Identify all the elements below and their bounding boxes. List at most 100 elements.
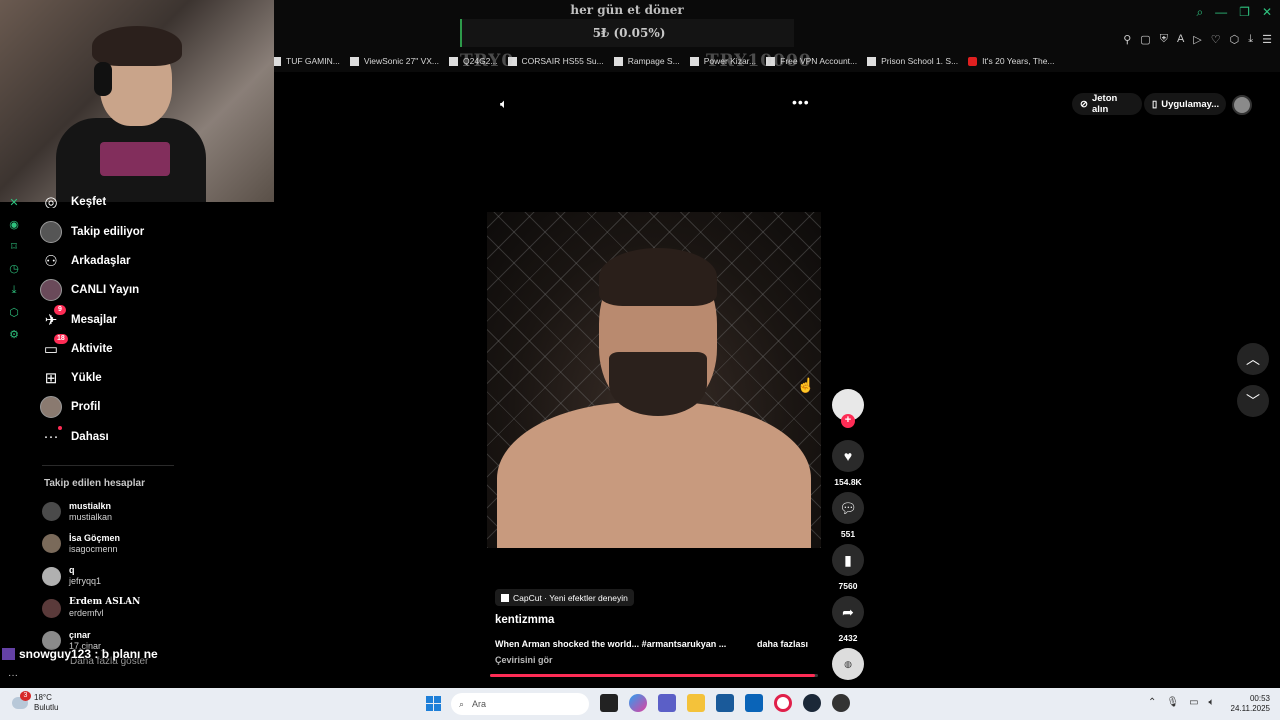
comment-icon[interactable]: 💬︎ (832, 492, 864, 524)
profile-avatar-icon (40, 396, 62, 419)
following-account-item[interactable]: Erdem ASLAN erdemfvl (42, 592, 200, 624)
store-icon[interactable] (716, 694, 734, 712)
sidebar-item-label: Mesajlar (71, 313, 118, 326)
user-avatar[interactable] (1232, 95, 1252, 115)
comment-action[interactable]: 💬︎ 551 (832, 492, 864, 539)
extensions-icon[interactable]: ⬡ (1230, 33, 1240, 46)
weather-widget[interactable]: 3 18°C Bulutlu (12, 691, 58, 713)
bookmark-label: ViewSonic 27" VX... (363, 56, 439, 66)
see-translation-link[interactable]: Çevirisini gör (495, 655, 553, 665)
search-icon[interactable]: ⌕ (1196, 5, 1203, 20)
sidebar-item-label: Keşfet (71, 196, 107, 208)
menu-icon[interactable]: ☰ (1262, 33, 1272, 46)
heart-icon[interactable]: ♡ (1211, 33, 1221, 46)
music-action[interactable]: ◍ (832, 648, 864, 680)
microphone-icon[interactable]: 🎙︎ (1166, 697, 1179, 708)
youtube-favicon-icon (968, 56, 978, 66)
taskbar-clock[interactable]: 00:53 24.11.2025 (1226, 694, 1270, 714)
sidebar-item-messages[interactable]: ✈ 9 Mesajlar (40, 304, 200, 334)
following-account-item[interactable]: İsa Göçmen isagocmenn (42, 528, 200, 560)
bookmark-item[interactable]: CORSAIR HS55 Su... (507, 53, 604, 69)
file-explorer-icon[interactable] (687, 694, 705, 712)
task-view-icon[interactable] (600, 694, 618, 712)
hand-cursor-icon: ☝ (797, 377, 815, 393)
comment-count: 551 (840, 529, 856, 539)
history-icon[interactable]: ◷ (6, 262, 22, 284)
steam-icon[interactable] (803, 694, 821, 712)
translate-icon[interactable]: A (1177, 33, 1184, 46)
account-username: jefryqq1 (69, 576, 102, 587)
get-coins-button[interactable]: ⊘ Jeton alın (1072, 93, 1142, 115)
taskbar-search[interactable]: ⌕ Ara (451, 693, 589, 715)
account-name: Erdem ASLAN (69, 597, 141, 608)
bookmark-item[interactable]: Rampage S... (613, 53, 680, 69)
play-circle-icon[interactable]: ◉ (6, 218, 22, 240)
extensions-icon[interactable]: ⬡ (6, 306, 22, 328)
windows-start-icon[interactable] (426, 696, 441, 711)
more-dots-icon[interactable]: ··· (8, 670, 18, 681)
save-action[interactable]: ▮ 7560 (832, 544, 864, 591)
pin-icon[interactable]: ⚲ (1123, 33, 1131, 46)
copilot-icon[interactable] (629, 694, 647, 712)
teams-icon[interactable] (658, 694, 676, 712)
account-name: çınar (69, 629, 91, 640)
like-action[interactable]: ♥ 154.8K (832, 440, 864, 487)
outlook-icon[interactable] (745, 694, 763, 712)
chevron-up-icon[interactable]: ⌃ (1148, 697, 1156, 708)
bookmark-item[interactable]: Prison School 1. S... (867, 53, 958, 69)
following-account-item[interactable]: mustialkn mustialkan (42, 495, 200, 527)
close-x-icon[interactable]: ✕ (6, 196, 22, 218)
bookmark-item[interactable]: TUF GAMIN... (272, 53, 340, 69)
bookmark-item[interactable]: ViewSonic 27" VX... (349, 53, 439, 69)
restore-icon[interactable]: ❐ (1239, 5, 1250, 20)
sidebar-item-profile[interactable]: Profil (40, 393, 200, 422)
video-author[interactable]: kentizmma (495, 614, 554, 626)
play-icon[interactable]: ▷ (1193, 33, 1201, 46)
download-icon[interactable]: ⤓ (6, 284, 22, 306)
heart-icon[interactable]: ♥ (832, 440, 864, 472)
creator-avatar[interactable]: + (832, 389, 864, 428)
capcut-tag[interactable]: CapCut · Yeni efektler deneyin (495, 589, 634, 606)
music-disc-icon[interactable]: ◍ (832, 648, 864, 680)
volume-icon[interactable]: 🔈︎ (500, 96, 508, 112)
follow-plus-icon[interactable]: + (841, 414, 855, 428)
close-icon[interactable]: ✕ (1262, 5, 1272, 20)
sidebar-item-live[interactable]: CANLI Yayın (40, 276, 200, 305)
following-account-item[interactable]: q jefryqq1 (42, 560, 200, 592)
windows-taskbar: 3 18°C Bulutlu ⌕ Ara ⌃ 🎙︎ ▭ 🔈︎ 00:53 24.… (0, 688, 1280, 720)
previous-video-button[interactable]: ︿ (1237, 343, 1269, 375)
get-app-button[interactable]: ▯ Uygulamay... (1144, 93, 1226, 115)
video-progress-bar[interactable] (490, 674, 818, 677)
bookmark-icon[interactable]: ⌑ (6, 240, 22, 262)
notification-dot (58, 426, 62, 431)
network-icon[interactable]: ▭ (1189, 697, 1198, 708)
see-more-link[interactable]: daha fazlası (757, 639, 808, 649)
webcam-shirt-print (100, 142, 170, 176)
minimize-icon[interactable]: — (1215, 5, 1227, 20)
video-options-icon[interactable]: ••• (792, 94, 810, 110)
weather-badge: 3 (20, 691, 31, 701)
sidebar-item-upload[interactable]: ⊞ Yükle (40, 363, 200, 392)
share-count: 2432 (838, 633, 858, 643)
sidebar-item-following[interactable]: Takip ediliyor (40, 217, 200, 246)
sidebar-item-explore[interactable]: ◎ Keşfet (40, 196, 200, 208)
share-icon[interactable]: ➦ (832, 596, 864, 628)
bookmark-item[interactable]: It's 20 Years, The... (968, 53, 1055, 69)
speaker-icon[interactable]: 🔈︎ (1209, 697, 1215, 708)
share-action[interactable]: ➦ 2432 (832, 596, 864, 643)
opera-icon[interactable] (774, 694, 792, 712)
tiktok-sidebar: ◎ Keşfet Takip ediliyor ⚇ Arkadaşlar CAN… (40, 196, 200, 657)
screenshot-icon[interactable]: ▢ (1140, 33, 1150, 46)
sidebar-item-more[interactable]: ··· Dahası (40, 422, 200, 451)
download-icon[interactable]: ⤓ (1248, 33, 1253, 46)
bookmark-favicon-icon (689, 56, 699, 66)
app-icon[interactable] (832, 694, 850, 712)
next-video-button[interactable]: ﹀ (1237, 385, 1269, 417)
sidebar-item-activity[interactable]: ▭ 18 Aktivite (40, 334, 200, 363)
sidebar-divider (42, 465, 174, 467)
bookmark-icon[interactable]: ▮ (832, 544, 864, 576)
sidebar-item-friends[interactable]: ⚇ Arkadaşlar (40, 246, 200, 275)
settings-gear-icon[interactable]: ⚙ (6, 328, 22, 350)
shield-icon[interactable]: ⛨ (1160, 33, 1168, 46)
video-player[interactable] (487, 212, 821, 548)
